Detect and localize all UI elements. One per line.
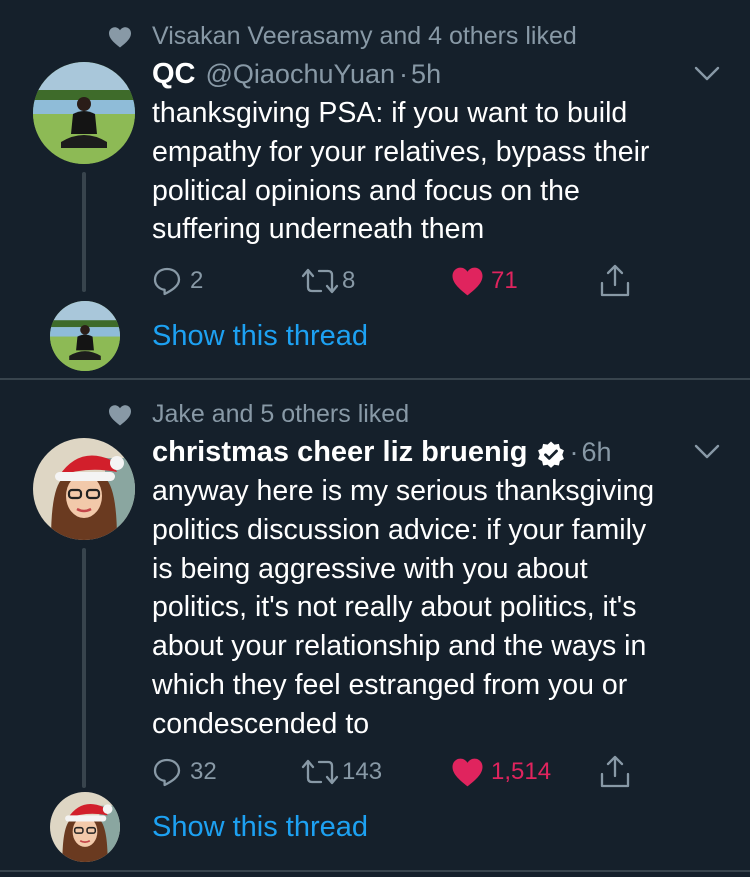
thread-line <box>82 548 86 788</box>
heart-filled-icon <box>452 267 483 296</box>
share-icon <box>600 264 630 297</box>
tweet-text-line: anyway here is my serious thanksgiving <box>152 475 655 507</box>
tweet-text-line: is being aggressive with you about <box>152 552 588 585</box>
tweet-header: QC @QiaochuYuan · 5h <box>152 58 441 91</box>
separator-dot: · <box>399 59 409 89</box>
retweet-count: 8 <box>342 267 356 294</box>
like-button[interactable]: 71 <box>451 266 518 296</box>
tweet-text-line: which they feel estranged from you or <box>152 668 628 701</box>
share-icon <box>600 755 630 788</box>
tweet-text-line: politics discussion advice: if your fami… <box>152 513 647 546</box>
avatar[interactable] <box>33 62 135 164</box>
social-context: Jake and 5 others liked <box>108 400 409 429</box>
tweet-text-line: politics, it's not really about politics… <box>152 591 637 624</box>
retweet-button[interactable]: 143 <box>300 757 382 787</box>
tweet-text: thanksgiving PSA: if you want to build e… <box>152 94 722 249</box>
reply-icon <box>153 267 181 296</box>
reply-count: 32 <box>190 758 217 785</box>
chevron-down-icon[interactable] <box>694 444 720 460</box>
author-name[interactable]: christmas cheer liz bruenig <box>152 436 528 469</box>
separator-dot: · <box>569 437 579 467</box>
retweet-icon <box>301 268 339 294</box>
heart-icon <box>109 404 131 425</box>
author-handle[interactable]: @QiaochuYuan <box>206 59 396 90</box>
thread-avatar[interactable] <box>50 792 120 862</box>
tweet-text: anyway here is my serious thanksgiving p… <box>152 472 722 744</box>
avatar-photo <box>33 62 135 164</box>
share-button[interactable] <box>599 755 631 789</box>
social-context: Visakan Veerasamy and 4 others liked <box>108 22 577 51</box>
heart-filled-icon <box>452 758 483 787</box>
tweet-header: christmas cheer liz bruenig · 6h <box>152 436 612 469</box>
thread-line <box>82 172 86 292</box>
retweet-button[interactable]: 8 <box>300 266 355 296</box>
social-context-text: Visakan Veerasamy and 4 others liked <box>152 22 577 50</box>
show-thread-link[interactable]: Show this thread <box>152 320 368 353</box>
timestamp[interactable]: 5h <box>411 59 441 90</box>
chevron-down-icon[interactable] <box>694 66 720 82</box>
tweet-text-line: thanksgiving PSA: if you want to build <box>152 97 628 129</box>
reply-button[interactable]: 32 <box>152 757 217 787</box>
like-count: 71 <box>491 267 518 294</box>
tweet-text-line: about your relationship and the ways in <box>152 630 647 663</box>
timestamp[interactable]: 6h <box>582 437 612 468</box>
verified-badge-icon <box>537 441 564 468</box>
like-count: 1,514 <box>491 758 552 785</box>
author-name[interactable]: QC <box>152 58 196 91</box>
tweet-divider <box>0 870 750 872</box>
retweet-icon <box>301 759 339 785</box>
tweet-card[interactable]: Visakan Veerasamy and 4 others liked QC … <box>0 0 750 378</box>
avatar-photo <box>50 301 120 371</box>
tweet-card[interactable]: Jake and 5 others liked christmas cheer … <box>0 380 750 862</box>
tweet-text-line: empathy for your relatives, bypass their <box>152 135 650 168</box>
thread-avatar[interactable] <box>50 301 120 371</box>
avatar-photo <box>50 792 120 862</box>
tweet-text-line: suffering underneath them <box>152 213 485 246</box>
social-context-text: Jake and 5 others liked <box>152 400 410 428</box>
heart-icon <box>109 26 131 47</box>
avatar-photo <box>33 438 135 540</box>
reply-icon <box>153 758 181 787</box>
reply-count: 2 <box>190 267 204 294</box>
avatar[interactable] <box>33 438 135 540</box>
tweet-text-line: political opinions and focus on the <box>152 174 580 207</box>
show-thread-link[interactable]: Show this thread <box>152 811 368 844</box>
share-button[interactable] <box>599 264 631 298</box>
retweet-count: 143 <box>342 758 383 785</box>
tweet-text-line: condescended to <box>152 707 370 740</box>
like-button[interactable]: 1,514 <box>451 757 551 787</box>
reply-button[interactable]: 2 <box>152 266 203 296</box>
